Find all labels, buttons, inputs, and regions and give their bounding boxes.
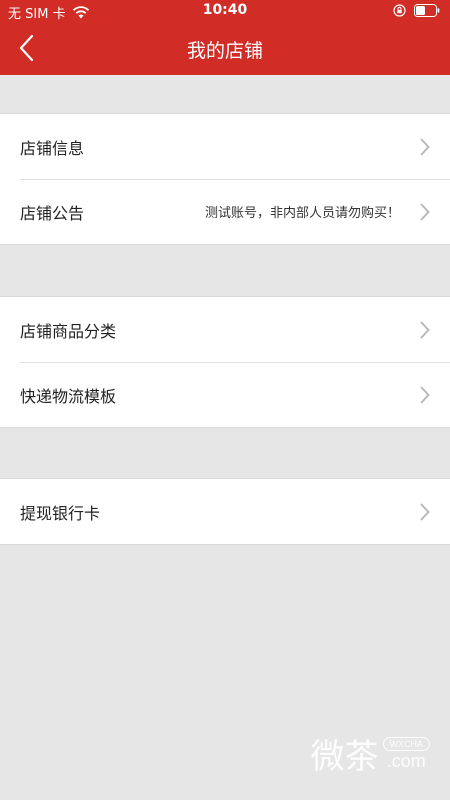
watermark-badge: WXCHA [382, 736, 430, 751]
chevron-right-icon [420, 138, 430, 155]
settings-group-store: 店铺信息 店铺公告 测试账号，非内部人员请勿购买！ [0, 113, 450, 245]
status-right [393, 4, 440, 17]
status-time: 10:40 [202, 2, 248, 18]
row-value: 测试账号，非内部人员请勿购买！ [204, 206, 400, 221]
nav-bar: 我的店铺 [0, 22, 450, 75]
chevron-right-icon [420, 321, 430, 338]
row-label: 店铺公告 [20, 203, 85, 223]
chevron-right-icon [420, 386, 430, 403]
store-category-row[interactable]: 店铺商品分类 [0, 297, 450, 362]
withdraw-bank-card-row[interactable]: 提现银行卡 [0, 479, 450, 544]
watermark: 微茶 WXCHA .com [310, 729, 430, 778]
settings-group-goods: 店铺商品分类 快递物流模板 [0, 296, 450, 428]
row-label: 店铺信息 [20, 138, 85, 158]
page-title: 我的店铺 [186, 40, 263, 62]
watermark-right: WXCHA .com [382, 736, 430, 771]
watermark-logo-text: 微茶 [310, 737, 379, 777]
chevron-right-icon [420, 203, 430, 220]
settings-group-finance: 提现银行卡 [0, 478, 450, 545]
status-bar: 无 SIM 卡 10:40 [0, 0, 450, 22]
store-info-row[interactable]: 店铺信息 [0, 114, 450, 179]
battery-icon [414, 4, 440, 17]
watermark-domain: .com [386, 750, 426, 771]
shipping-template-row[interactable]: 快递物流模板 [0, 362, 450, 427]
rotation-lock-icon [393, 4, 406, 17]
row-label: 快递物流模板 [20, 386, 117, 406]
row-label: 提现银行卡 [20, 503, 101, 523]
store-announcement-row[interactable]: 店铺公告 测试账号，非内部人员请勿购买！ [0, 179, 450, 244]
chevron-right-icon [420, 503, 430, 520]
row-label: 店铺商品分类 [20, 321, 117, 341]
